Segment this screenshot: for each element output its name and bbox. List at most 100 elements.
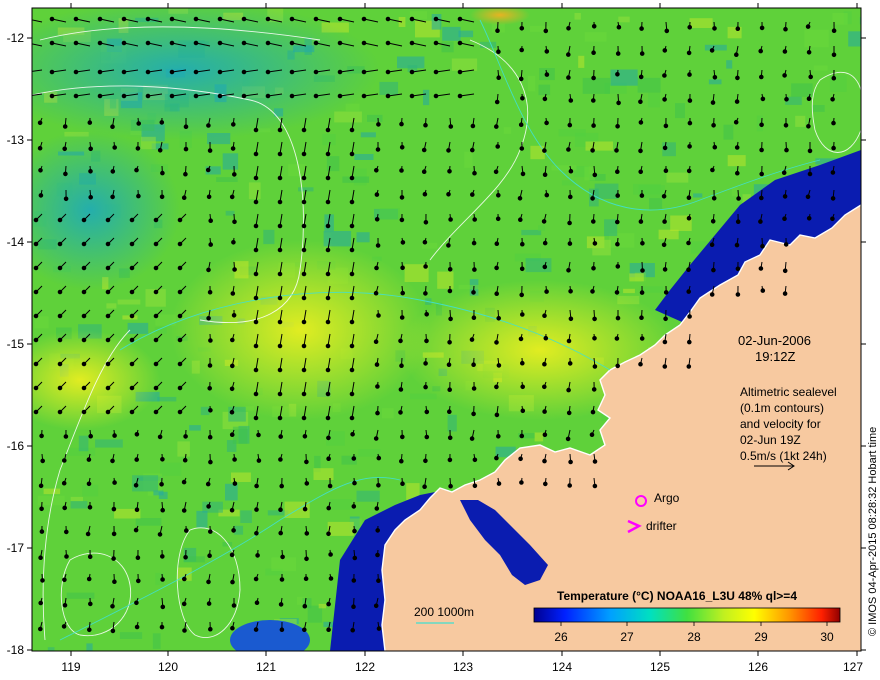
velocity-arrow-head — [710, 100, 716, 105]
velocity-arrow-head — [496, 316, 502, 321]
velocity-arrow-head — [33, 361, 39, 367]
velocity-arrow-head — [663, 290, 669, 295]
velocity-arrow-head — [446, 192, 451, 197]
altimetry-line: Altimetric sealevel — [740, 385, 837, 399]
sst-pixel-patch — [78, 435, 89, 452]
sst-pixel-patch — [561, 180, 576, 186]
colorbar-tick: 26 — [554, 630, 568, 644]
velocity-arrow-head — [182, 628, 187, 633]
velocity-arrow-head — [135, 555, 141, 561]
velocity-arrow-head — [160, 577, 165, 582]
velocity-arrow-head — [447, 169, 452, 174]
velocity-arrow-head — [520, 96, 525, 101]
velocity-arrow-head — [349, 343, 355, 349]
cool-water-west — [32, 130, 180, 290]
velocity-arrow-head — [153, 217, 159, 223]
velocity-arrow-head — [687, 144, 692, 149]
velocity-arrow-head — [662, 364, 668, 369]
velocity-arrow-head — [301, 199, 307, 205]
altimetry-line: 0.5m/s (1kt 24h) — [740, 449, 827, 463]
velocity-arrow-head — [157, 434, 163, 440]
sst-pixel-patch — [525, 258, 552, 273]
velocity-arrow-head — [278, 507, 283, 513]
velocity-arrow-head — [616, 100, 621, 106]
velocity-arrow-head — [207, 386, 212, 391]
velocity-arrow-head — [830, 170, 836, 175]
velocity-arrow-head — [241, 40, 247, 46]
velocity-arrow-head — [494, 384, 499, 390]
velocity-arrow-head — [398, 410, 403, 415]
velocity-arrow-head — [229, 409, 235, 415]
velocity-arrow-head — [38, 555, 43, 561]
velocity-arrow-head — [615, 241, 620, 247]
sst-pixel-patch — [649, 198, 663, 210]
velocity-arrow-head — [352, 480, 357, 486]
velocity-arrow-head — [206, 601, 212, 606]
velocity-arrow-head — [302, 627, 307, 633]
velocity-arrow-head — [349, 391, 355, 397]
velocity-arrow-head — [265, 40, 271, 46]
y-tick-label: -18 — [7, 643, 25, 657]
velocity-arrow-head — [61, 480, 67, 486]
velocity-arrow-head — [662, 145, 668, 151]
velocity-arrow-head — [687, 339, 692, 345]
velocity-arrow-head — [112, 480, 117, 485]
velocity-arrow-head — [831, 52, 837, 58]
velocity-arrow-head — [145, 93, 151, 99]
velocity-arrow-head — [736, 196, 741, 201]
velocity-arrow-head — [289, 69, 295, 75]
velocity-arrow-head — [423, 291, 428, 296]
velocity-arrow-head — [375, 410, 380, 416]
velocity-arrow-head — [423, 458, 428, 464]
velocity-arrow-head — [183, 171, 188, 177]
velocity-arrow-head — [686, 50, 692, 56]
velocity-arrow-head — [217, 40, 223, 46]
velocity-arrow-head — [169, 69, 175, 75]
velocity-arrow-head — [277, 151, 283, 157]
velocity-arrow-head — [289, 40, 295, 46]
velocity-arrow-head — [232, 219, 237, 225]
sst-pixel-patch — [458, 30, 474, 38]
velocity-arrow-head — [591, 219, 596, 224]
velocity-arrow-head — [37, 120, 43, 126]
velocity-arrow-head — [734, 145, 740, 150]
velocity-arrow-head — [616, 24, 622, 30]
velocity-arrow-head — [349, 319, 355, 325]
sst-pixel-patch — [271, 557, 296, 572]
velocity-arrow-head — [205, 167, 211, 173]
velocity-arrow-head — [351, 504, 357, 509]
velocity-arrow-head — [105, 337, 111, 343]
velocity-arrow-head — [81, 217, 87, 223]
velocity-arrow-head — [615, 51, 621, 56]
velocity-arrow-head — [254, 531, 259, 536]
velocity-arrow-head — [207, 434, 213, 440]
velocity-arrow-head — [301, 343, 307, 349]
sst-map-figure: 119 120 121 122 123 124 125 126 127 -12 … — [7, 3, 879, 674]
velocity-arrow-head — [97, 40, 103, 46]
velocity-arrow-head — [301, 367, 307, 373]
velocity-arrow-head — [157, 148, 163, 153]
velocity-arrow-head — [121, 93, 127, 99]
velocity-arrow-head — [687, 120, 693, 126]
velocity-arrow-head — [433, 69, 439, 75]
velocity-arrow-head — [469, 436, 475, 441]
velocity-arrow-head — [567, 361, 573, 366]
velocity-arrow-head — [686, 215, 692, 221]
velocity-arrow-head — [325, 151, 331, 157]
velocity-arrow-head — [105, 217, 111, 223]
velocity-arrow-head — [62, 603, 68, 608]
velocity-arrow-head — [422, 191, 428, 197]
velocity-arrow-head — [423, 384, 428, 390]
velocity-arrow-head — [81, 313, 87, 319]
velocity-arrow-head — [302, 603, 308, 609]
velocity-arrow-head — [520, 312, 525, 317]
velocity-arrow-head — [638, 120, 644, 125]
velocity-arrow-head — [589, 432, 595, 438]
velocity-arrow-head — [639, 193, 645, 198]
velocity-arrow-head — [277, 247, 283, 253]
colorbar-tick: 29 — [754, 630, 768, 644]
velocity-arrow-head — [448, 124, 454, 129]
velocity-arrow-head — [253, 319, 259, 325]
velocity-arrow-head — [542, 384, 547, 390]
velocity-arrow-head — [110, 604, 115, 609]
